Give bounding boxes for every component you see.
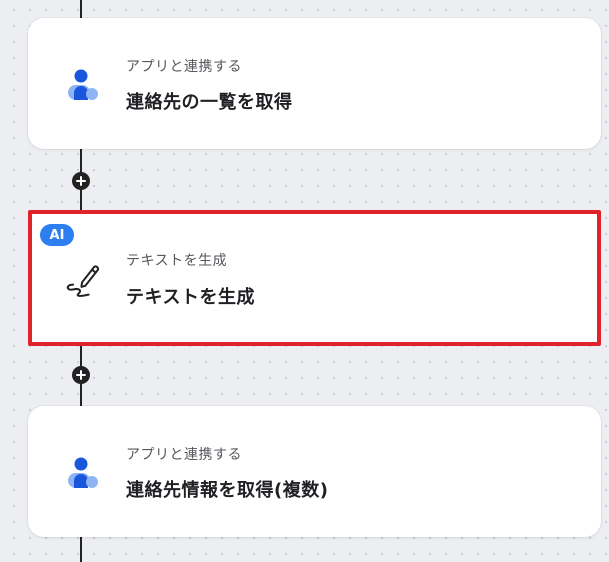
ai-badge: AI xyxy=(40,224,74,246)
flow-step-card[interactable]: アプリと連携する 連絡先の一覧を取得 xyxy=(28,18,601,149)
add-step-button[interactable] xyxy=(72,172,90,190)
step-title: テキストを生成 xyxy=(126,287,255,308)
flow-connector-line xyxy=(80,536,82,562)
add-step-button[interactable] xyxy=(72,366,90,384)
step-type-label: アプリと連携する xyxy=(126,59,242,75)
step-type-label: テキストを生成 xyxy=(126,253,228,269)
pen-signature-icon xyxy=(66,265,100,297)
person-icon xyxy=(68,457,98,488)
flow-connector-line xyxy=(80,0,82,20)
plus-icon xyxy=(76,176,86,186)
plus-icon xyxy=(76,370,86,380)
step-title: 連絡先の一覧を取得 xyxy=(126,92,293,113)
person-icon xyxy=(68,69,98,100)
step-title: 連絡先情報を取得(複数) xyxy=(126,480,329,501)
step-type-label: アプリと連携する xyxy=(126,447,242,463)
flow-step-card-selected[interactable]: AI テキストを生成 テキストを生成 xyxy=(28,210,601,346)
flow-step-card[interactable]: アプリと連携する 連絡先情報を取得(複数) xyxy=(28,406,601,537)
